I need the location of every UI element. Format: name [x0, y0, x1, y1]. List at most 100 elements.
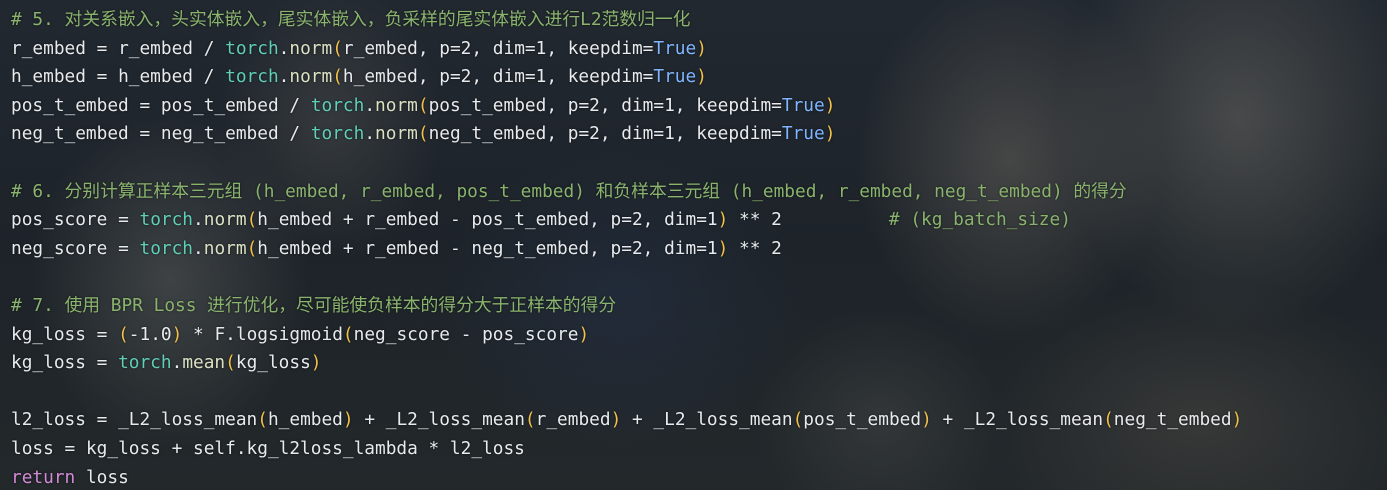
code-token-paren: ) [717, 237, 729, 259]
code-token-const: True [781, 94, 825, 116]
code-token-module: torch [225, 66, 279, 88]
code-token-comment: # (kg_batch_size) [888, 209, 1071, 231]
code-token-ident: pos_t_embed, p=2, dim=1, keepdim= [428, 94, 782, 116]
code-token-op: + [621, 409, 654, 431]
code-token-const: True [653, 66, 697, 88]
code-token-func: norm [375, 123, 418, 145]
code-token-ident: kg_loss [11, 323, 86, 345]
code-token-op: = [85, 66, 119, 88]
code-token-op: = [85, 352, 119, 374]
code-token-func: mean [182, 352, 226, 374]
code-token-ident: _L2_loss_mean [963, 409, 1104, 431]
code-line[interactable]: neg_score = torch.norm(h_embed + r_embed… [11, 235, 1242, 264]
code-token-paren: ( [246, 209, 258, 231]
code-token-ident: pos_t_embed [160, 94, 279, 116]
code-token-paren: ) [824, 94, 836, 116]
code-token-op: / [193, 37, 226, 59]
code-token-paren: ( [118, 323, 129, 345]
code-token-ident: h_embed [11, 66, 86, 88]
code-token-ident: h_embed + r_embed - neg_t_embed, p=2, di… [257, 237, 718, 259]
code-token-paren: ( [524, 409, 536, 431]
code-token-ident: kg_loss [11, 352, 86, 374]
code-token-op: / [278, 94, 311, 116]
code-line[interactable]: # 7. 使用 BPR Loss 进行优化，尽可能使负样本的得分大于正样本的得分 [11, 292, 1242, 321]
code-token-paren: ) [696, 66, 707, 88]
code-token-comment: # 7. 使用 BPR Loss 进行优化，尽可能使负样本的得分大于正样本的得分 [11, 294, 617, 316]
code-token-ident: loss [85, 466, 129, 488]
code-token-op: ** 2 [728, 237, 782, 259]
code-line[interactable]: # 6. 分别计算正样本三元组 (h_embed, r_embed, pos_t… [11, 178, 1242, 207]
code-token-ident: neg_t_embed, p=2, dim=1, keepdim= [428, 123, 782, 145]
code-token-op: . [364, 94, 376, 116]
code-token-paren: ) [342, 409, 354, 431]
code-token-ident: pos_t_embed [803, 409, 922, 431]
code-token-paren: ) [171, 323, 183, 345]
code-line[interactable] [11, 378, 1242, 407]
code-line[interactable]: return loss [11, 464, 1242, 490]
code-token-paren: ( [1103, 409, 1114, 431]
code-token-module: torch [139, 209, 194, 231]
code-token-paren: ( [246, 237, 258, 259]
code-token-ident: _L2_loss_mean [118, 409, 258, 431]
code-editor[interactable]: # 5. 对关系嵌入，头实体嵌入，尾实体嵌入，负采样的尾实体嵌入进行L2范数归一… [0, 0, 1387, 490]
code-token-paren: ( [332, 37, 343, 59]
code-token-op: / [278, 123, 311, 145]
code-line[interactable] [11, 263, 1242, 292]
code-token-ident: neg_t_embed [1113, 409, 1232, 431]
code-token-ident: -1.0 [128, 323, 172, 345]
code-view[interactable]: # 5. 对关系嵌入，头实体嵌入，尾实体嵌入，负采样的尾实体嵌入进行L2范数归一… [11, 6, 1242, 490]
code-token-op: / [193, 66, 226, 88]
code-token-op: . [193, 237, 204, 259]
code-token-ident: h_embed + r_embed - pos_t_embed, p=2, di… [257, 209, 718, 231]
code-token-module: torch [310, 94, 365, 116]
code-token-paren: ) [921, 409, 932, 431]
code-token-ident: kg_loss + self.kg_l2loss_lambda * l2_los… [85, 437, 525, 459]
code-token-op: . [171, 352, 183, 374]
code-token-module: torch [118, 352, 172, 374]
code-token-ident: loss [11, 437, 54, 459]
code-line[interactable]: neg_t_embed = neg_t_embed / torch.norm(n… [11, 120, 1242, 149]
code-line[interactable]: kg_loss = (-1.0) * F.logsigmoid(neg_scor… [11, 321, 1242, 350]
code-token-ident: neg_score - pos_score [353, 323, 579, 345]
code-token-ident: _L2_loss_mean [385, 409, 525, 431]
code-line[interactable] [11, 149, 1242, 178]
code-token-func: norm [375, 94, 418, 116]
code-token-paren: ( [417, 94, 429, 116]
code-token-op: = [85, 409, 119, 431]
code-token-paren: ( [225, 352, 236, 374]
code-token-op: . [364, 123, 376, 145]
code-token-module: torch [310, 123, 365, 145]
code-token-ident: pos_score [11, 209, 108, 231]
code-token-op: . [278, 37, 290, 59]
code-token-ident: r_embed [11, 37, 86, 59]
code-token-op: = [85, 323, 119, 345]
code-token-ident: neg_t_embed [11, 123, 129, 145]
code-token-op: . [193, 209, 204, 231]
code-token-op [75, 467, 86, 488]
code-token-paren: ( [417, 123, 429, 145]
code-token-paren: ( [257, 409, 268, 431]
code-line[interactable]: kg_loss = torch.mean(kg_loss) [11, 349, 1242, 378]
code-line[interactable]: loss = kg_loss + self.kg_l2loss_lambda *… [11, 435, 1242, 464]
code-token-paren: ) [824, 123, 836, 145]
code-token-func: norm [203, 237, 247, 259]
code-token-paren: ( [792, 409, 804, 431]
code-token-func: norm [289, 37, 333, 59]
code-token-ident: r_embed [535, 409, 611, 431]
code-line[interactable]: pos_score = torch.norm(h_embed + r_embed… [11, 206, 1242, 235]
code-line[interactable]: pos_t_embed = pos_t_embed / torch.norm(p… [11, 92, 1242, 121]
code-token-paren: ( [332, 66, 343, 88]
code-token-ident: h_embed, p=2, dim=1, keepdim= [342, 66, 654, 88]
code-token-paren: ) [1231, 409, 1243, 431]
code-token-op: = [53, 437, 86, 459]
code-token-op: = [85, 37, 119, 59]
code-line[interactable]: # 5. 对关系嵌入，头实体嵌入，尾实体嵌入，负采样的尾实体嵌入进行L2范数归一… [11, 6, 1242, 35]
code-token-comment: # 6. 分别计算正样本三元组 (h_embed, r_embed, pos_t… [11, 180, 1127, 202]
code-token-ident: r_embed [118, 37, 193, 59]
code-token-module: torch [225, 37, 279, 59]
code-line[interactable]: r_embed = r_embed / torch.norm(r_embed, … [11, 35, 1242, 64]
code-token-ident: kg_loss [235, 352, 311, 374]
code-line[interactable]: h_embed = h_embed / torch.norm(h_embed, … [11, 63, 1242, 92]
code-line[interactable]: l2_loss = _L2_loss_mean(h_embed) + _L2_l… [11, 406, 1242, 435]
code-token-comment: # 5. 对关系嵌入，头实体嵌入，尾实体嵌入，负采样的尾实体嵌入进行L2范数归一… [11, 9, 691, 30]
